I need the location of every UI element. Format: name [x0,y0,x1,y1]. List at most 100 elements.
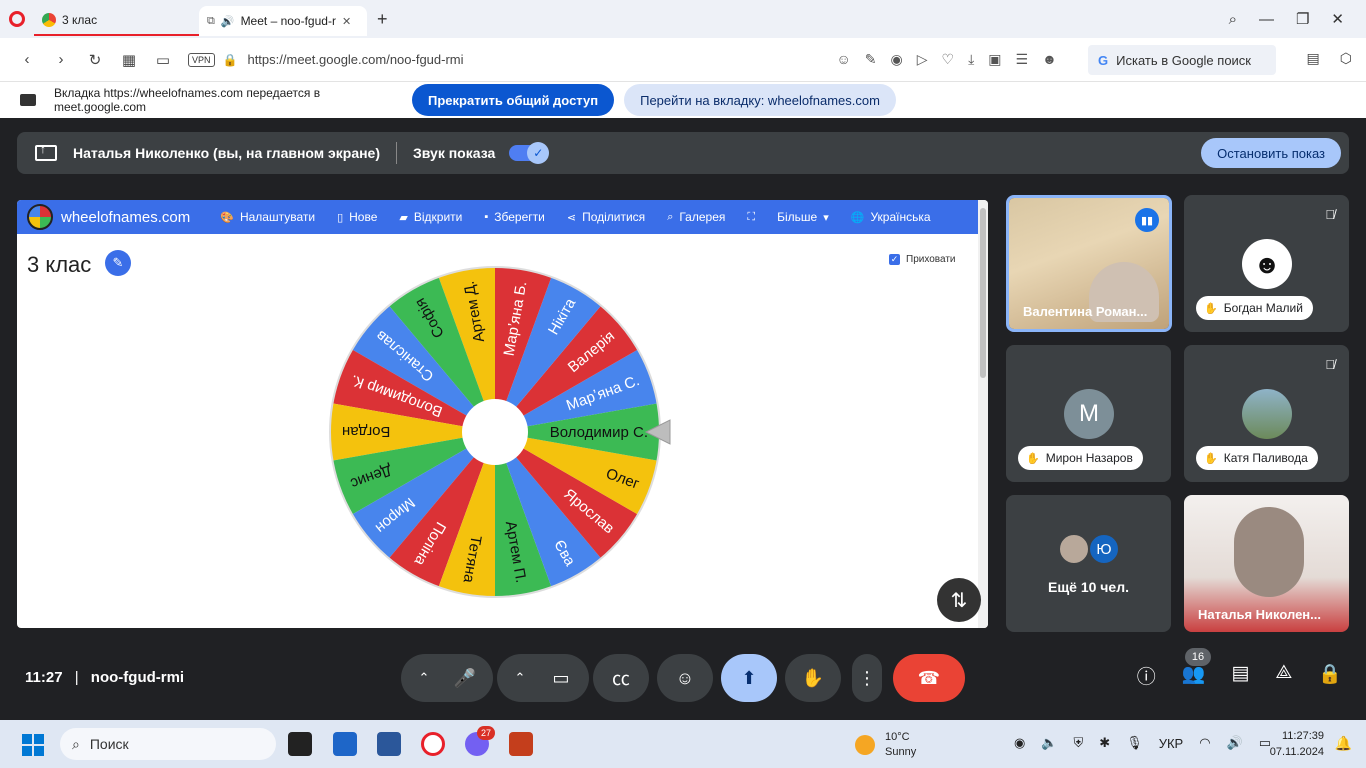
heart-icon[interactable]: ♡ [942,51,955,68]
menu-more[interactable]: Більше ▾ [777,210,829,224]
participant-tile[interactable]: 🎙̸ ✋ Катя Паливода [1184,345,1349,482]
speed-dial-icon[interactable]: ▦ [112,51,146,69]
present-screen-icon: ⬆ [741,667,757,688]
menu-new[interactable]: ▯ Нове [337,210,377,224]
menu-open[interactable]: ▰ Відкрити [399,210,462,224]
spin-wheel[interactable]: Марʼяна С.ВалеріяНікітаМарʼяна Б.Артем Д… [329,266,679,616]
translate-icon[interactable]: ▤ [1307,50,1320,67]
search-tabs-icon[interactable]: ⌕ [1229,11,1237,28]
captions-button[interactable]: ㏄ [593,654,649,702]
wheel-brand[interactable]: wheelofnames.com [61,209,190,226]
camera-button[interactable]: ▭ [533,654,589,702]
download-icon[interactable]: ⤓ [968,51,974,68]
more-participants-tile[interactable]: Ю Ещё 10 чел. [1006,495,1171,632]
menu-save[interactable]: ▪ Зберегти [484,210,545,224]
stop-sharing-button[interactable]: Прекратить общий доступ [412,84,615,116]
viber-tray-icon[interactable]: ◉ [1014,735,1025,751]
viber-badge: 27 [477,726,495,740]
wifi-icon[interactable]: ◠ [1199,735,1210,751]
weather-widget[interactable]: 10°C Sunny [855,730,916,760]
reload-icon[interactable]: ↻ [78,51,112,69]
more-avatars: Ю [1058,533,1120,565]
menu-gallery[interactable]: ⌕ Галерея [667,210,725,224]
security-icon[interactable]: ⛨ [1074,735,1084,751]
notification-bell-icon[interactable]: 🔔 [1335,735,1352,752]
participant-tile[interactable]: М ✋ Мирон Назаров [1006,345,1171,482]
back-icon[interactable]: ‹ [10,51,44,68]
google-search-box[interactable]: G Искать в Google поиск [1088,45,1276,75]
snapshot-icon[interactable]: ◉ [891,51,903,68]
microphone-button[interactable]: 🎤 [437,654,493,702]
close-icon[interactable]: ✕ [1331,10,1344,28]
easy-setup-icon[interactable]: ☰ [1016,51,1029,68]
volume-tray-icon[interactable]: 🔈 [1041,735,1057,751]
info-icon[interactable]: ⓘ [1137,662,1156,689]
opera-menu-icon[interactable] [0,0,34,38]
raise-hand-button[interactable]: ✋ [785,654,841,702]
menu-fullscreen[interactable]: ⛶ [747,210,755,224]
speaker-icon[interactable]: 🔊 [221,15,235,28]
address-actions: ☺ ✎ ◉ ▷ ♡ ⤓ ▣ ☰ ☻ [836,51,1056,68]
pip-icon[interactable]: ⧉ [207,15,215,28]
leave-call-button[interactable]: ☎ [893,654,965,702]
extensions-icon[interactable]: ⬡ [1340,50,1352,67]
participant-tile[interactable]: 🎙̸ ☻ ✋ Богдан Малий [1184,195,1349,332]
wheel-logo-icon [27,204,53,230]
restore-icon[interactable]: ❐ [1296,10,1309,28]
edit-icon[interactable]: ✎ [865,51,877,68]
close-tab-icon[interactable]: ✕ [342,15,351,28]
speaker-icon[interactable]: 🔊 [1227,735,1243,751]
stop-presenting-button[interactable]: Остановить показ [1201,138,1341,168]
video-options-button[interactable]: ⌃ [505,654,535,702]
go-to-tab-button[interactable]: Перейти на вкладку: wheelofnames.com [624,84,896,116]
menu-language[interactable]: 🌐 Українська [851,210,931,224]
chat-icon[interactable]: ▤ [1231,662,1249,689]
camera-icon[interactable]: ▭ [146,51,180,69]
hide-checkbox[interactable]: ✓ Приховати [889,254,956,265]
check-icon: ✓ [527,142,550,164]
participant-tile[interactable]: Наталья Николен... [1184,495,1349,632]
word-icon[interactable] [377,732,401,756]
host-controls-icon[interactable]: 🔒 [1318,662,1342,689]
forward-icon[interactable]: › [44,51,78,68]
people-icon[interactable]: 👥 [1182,662,1206,689]
page-scrollbar[interactable] [978,200,988,628]
activities-icon[interactable]: ⟁ [1275,662,1292,689]
menu-customize[interactable]: 🎨 Налаштувати [220,210,315,224]
more-options-button[interactable]: ⋮ [852,654,882,702]
vpn-badge[interactable]: VPN [188,52,215,67]
emoji-icon[interactable]: ☺ [836,51,850,68]
edit-title-button[interactable]: ✎ [105,250,131,276]
meeting-info: 11:27 | noo-fgud-rmi [25,669,185,686]
opera-icon[interactable] [421,732,445,756]
bluetooth-icon[interactable]: ✱ [1099,735,1110,751]
globe-icon: 🌐 [850,211,865,224]
account-icon[interactable]: ☻ [1042,51,1057,68]
participant-tile[interactable]: ▮▮ Валентина Роман... [1006,195,1172,332]
emoji-button[interactable]: ☺ [657,654,713,702]
new-tab-icon[interactable]: + [377,9,388,30]
mic-tray-icon[interactable]: 🎙 [1126,735,1143,751]
wheel-hub[interactable] [462,399,528,465]
hide-label: Приховати [906,254,956,265]
menu-share[interactable]: ⋖ Поділитися [567,210,645,224]
play-icon[interactable]: ▷ [917,51,928,68]
powerpoint-icon[interactable] [509,732,533,756]
present-button[interactable]: ⬆ [721,654,777,702]
store-icon[interactable] [333,732,357,756]
taskbar-search[interactable]: ⌕ Поиск [60,728,276,760]
scroll-thumb[interactable] [980,208,986,378]
swap-button[interactable]: ⇅ [937,578,981,622]
tab-wheel[interactable]: 3 клас [34,6,199,36]
lock-icon[interactable]: 🔒 [223,53,238,67]
start-button[interactable] [22,734,44,756]
url-field[interactable]: https://meet.google.com/noo-fgud-rmi [247,52,827,67]
language-indicator[interactable]: УКР [1159,736,1184,751]
video-popout-icon[interactable]: ▣ [988,51,1001,68]
audio-options-button[interactable]: ⌃ [409,654,439,702]
taskbar-clock[interactable]: 11:27:39 07.11.2024 [1270,728,1324,760]
minimize-icon[interactable]: — [1259,11,1274,28]
share-audio-toggle[interactable]: ✓ [509,142,550,164]
tab-meet[interactable]: ⧉ 🔊 Meet – noo-fgud-r ✕ [0,6,367,132]
task-view-icon[interactable] [288,732,312,756]
